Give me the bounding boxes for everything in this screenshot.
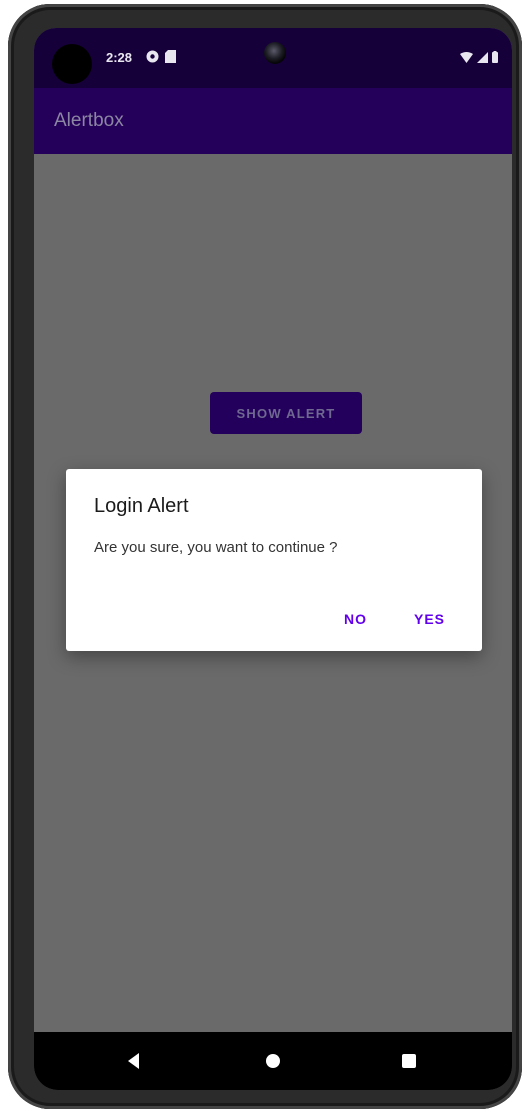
dialog-message: Are you sure, you want to continue ?	[94, 539, 338, 556]
device-frame: 2:28 Alertbox SHOW ALERT Login Alert Are…	[8, 4, 522, 1109]
alert-dialog: Login Alert Are you sure, you want to co…	[66, 469, 482, 651]
settings-icon	[146, 50, 159, 68]
front-camera-icon	[264, 42, 286, 64]
status-icons-right	[460, 50, 498, 68]
back-icon[interactable]	[128, 1053, 139, 1069]
show-alert-button[interactable]: SHOW ALERT	[210, 392, 362, 434]
camera-cutout-icon	[52, 44, 92, 84]
battery-icon	[492, 50, 498, 68]
dialog-title: Login Alert	[94, 495, 189, 517]
no-button[interactable]: NO	[344, 611, 367, 627]
status-time: 2:28	[106, 50, 133, 65]
sd-card-icon	[165, 50, 176, 68]
app-bar: Alertbox	[34, 88, 512, 154]
screen: 2:28 Alertbox SHOW ALERT Login Alert Are…	[34, 28, 512, 1090]
wifi-icon	[460, 50, 473, 68]
signal-icon	[477, 50, 488, 68]
recents-icon[interactable]	[402, 1054, 416, 1068]
status-icons-left	[146, 50, 176, 68]
navigation-bar	[34, 1032, 512, 1090]
status-bar: 2:28	[34, 28, 512, 88]
yes-button[interactable]: YES	[414, 611, 445, 627]
app-title: Alertbox	[54, 110, 124, 131]
home-icon[interactable]	[266, 1054, 280, 1068]
